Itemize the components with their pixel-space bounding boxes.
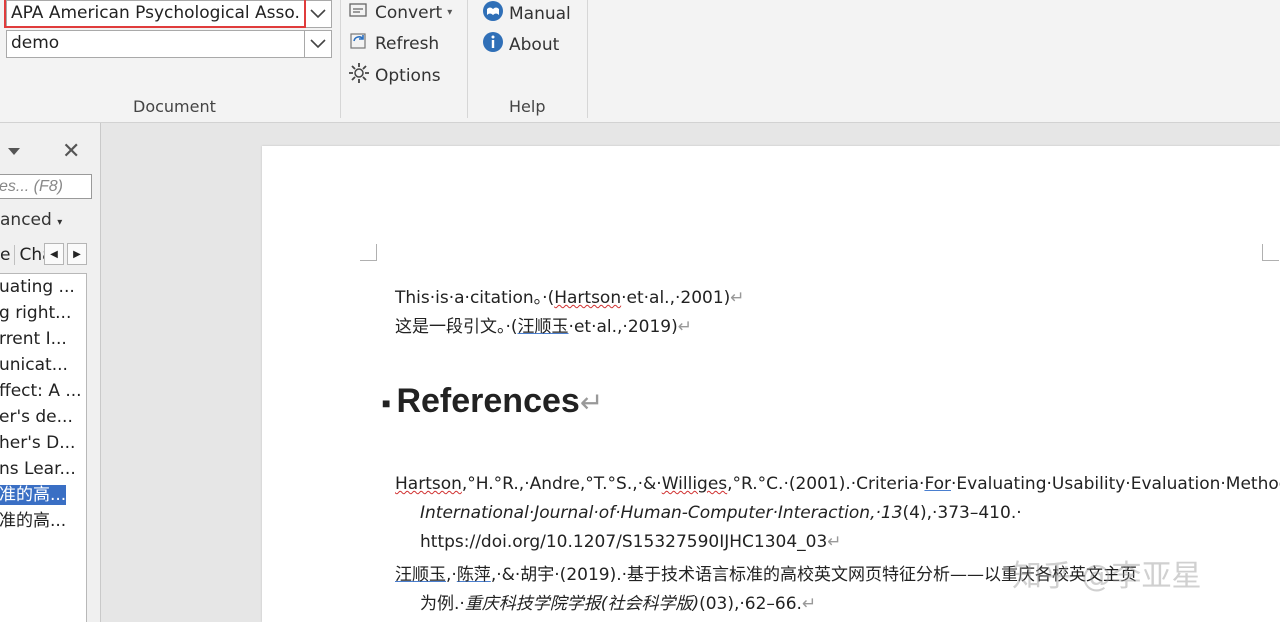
citation-line-1[interactable]: This·is·a·citation。·(Hartson·et·al.,·200… — [395, 283, 745, 308]
citation-line-2[interactable]: 这是一段引文。·(汪顺玉·et·al.,·2019)↵ — [395, 312, 692, 337]
ribbon: APA American Psychological Asso... demo … — [0, 0, 1280, 123]
refresh-label: Refresh — [375, 33, 440, 54]
close-icon[interactable]: ✕ — [62, 138, 80, 164]
references-panel: ✕ es... (F8) anced ▾ e Cha ◀ ▶ uating ..… — [0, 123, 101, 622]
help-group-label: Help — [509, 97, 546, 116]
ribbon-separator — [587, 0, 588, 118]
manual-icon — [482, 0, 504, 27]
manual-label: Manual — [509, 3, 571, 24]
reference-entry-2-line-2[interactable]: 为例.·重庆科技学院学报(社会科学版)(03),·62–66.↵ — [420, 589, 816, 614]
caret-down-icon: ▾ — [447, 7, 453, 18]
paragraph-mark: ↵ — [730, 288, 745, 308]
citation-style-dropdown[interactable]: APA American Psychological Asso... — [4, 0, 332, 28]
list-item[interactable]: ns Lear... — [0, 456, 86, 482]
ribbon-separator — [467, 0, 468, 118]
gear-icon — [348, 62, 370, 89]
list-item[interactable]: er's de... — [0, 404, 86, 430]
caret-down-icon: ▾ — [57, 217, 63, 228]
reference-list: uating ... g right... rrent I... unicat.… — [0, 273, 87, 622]
crop-mark — [1262, 244, 1279, 261]
search-input[interactable]: es... (F8) — [0, 174, 92, 199]
paragraph-mark: ↵ — [801, 594, 817, 614]
watermark: 知乎 @李亚星 — [1012, 559, 1202, 594]
convert-button[interactable]: Convert ▾ — [348, 0, 452, 25]
list-item[interactable]: ffect: A ... — [0, 378, 86, 404]
citation-style-value: APA American Psychological Asso... — [11, 3, 301, 23]
about-label: About — [509, 34, 560, 55]
paragraph-mark: ↵ — [827, 532, 842, 552]
library-dropdown[interactable]: demo — [6, 30, 332, 58]
refresh-button[interactable]: Refresh — [348, 31, 439, 56]
paragraph-mark: ↵ — [677, 317, 692, 337]
chevron-down-icon[interactable] — [304, 31, 331, 57]
advanced-label: anced — [0, 210, 52, 230]
ribbon-separator — [340, 0, 341, 118]
tab-scroll-left-icon[interactable]: ◀ — [44, 243, 64, 265]
list-item[interactable]: 准的高... — [0, 508, 86, 534]
about-button[interactable]: About — [482, 31, 559, 58]
list-item-selected[interactable]: 准的高... — [0, 482, 86, 508]
caret-down-icon[interactable] — [8, 143, 20, 161]
refresh-icon — [348, 31, 370, 56]
advanced-search-button[interactable]: anced ▾ — [0, 210, 62, 230]
list-item[interactable]: g right... — [0, 300, 86, 326]
chevron-down-icon[interactable] — [304, 1, 331, 27]
list-item[interactable]: her's D... — [0, 430, 86, 456]
info-icon — [482, 31, 504, 58]
list-item[interactable]: uating ... — [0, 274, 86, 300]
options-label: Options — [375, 65, 441, 86]
reference-entry-1-line-2[interactable]: International·Journal·of·Human-Computer·… — [420, 503, 1022, 523]
tab-scroll-right-icon[interactable]: ▶ — [67, 243, 87, 265]
options-button[interactable]: Options — [348, 62, 441, 89]
manual-button[interactable]: Manual — [482, 0, 571, 27]
list-item[interactable]: rrent I... — [0, 326, 86, 352]
list-item[interactable]: unicat... — [0, 352, 86, 378]
library-value: demo — [11, 33, 60, 53]
reference-entry-1-doi[interactable]: https://doi.org/10.1207/S15327590IJHC130… — [420, 532, 842, 552]
document-group-label: Document — [133, 97, 216, 116]
references-heading[interactable]: ■ References↵ — [382, 382, 603, 421]
convert-icon — [348, 0, 370, 25]
convert-label: Convert — [375, 2, 443, 23]
reference-entry-1[interactable]: Hartson,°H.°R.,·Andre,°T.°S.,·&·Williges… — [395, 474, 1280, 494]
tab-title[interactable]: e — [0, 245, 16, 265]
paragraph-bullet-icon: ■ — [382, 395, 391, 412]
crop-mark — [360, 244, 377, 261]
